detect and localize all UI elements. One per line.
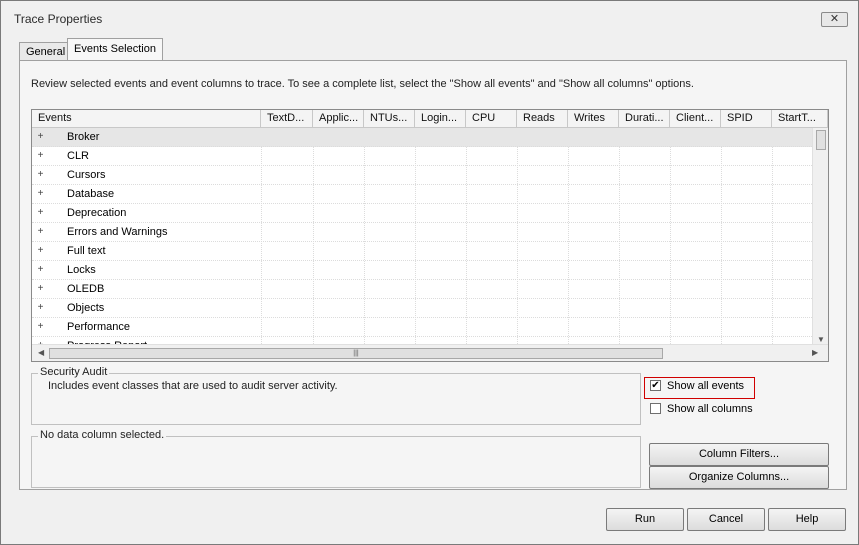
expand-icon[interactable]: + — [36, 246, 45, 256]
expand-icon[interactable]: + — [36, 265, 45, 275]
tab-events-selection[interactable]: Events Selection — [67, 38, 163, 61]
event-category-label: Full text — [67, 245, 106, 257]
column-header[interactable]: Events — [32, 110, 261, 127]
horizontal-scroll-thumb[interactable]: ||| — [49, 348, 663, 359]
vertical-scroll-thumb[interactable] — [816, 130, 826, 150]
table-row[interactable]: + Performance — [32, 318, 812, 337]
expand-icon[interactable]: + — [36, 227, 45, 237]
show-all-events-label: Show all events — [667, 380, 745, 393]
scroll-left-arrow-icon[interactable]: ◀ — [38, 348, 44, 357]
close-button[interactable]: ✕ — [821, 12, 848, 27]
event-category-label: Objects — [67, 302, 105, 314]
expand-icon[interactable]: + — [36, 189, 45, 199]
instruction-text: Review selected events and event columns… — [31, 78, 694, 90]
column-header[interactable]: CPU — [466, 110, 517, 127]
grid-header: Events TextD... Applic... NTUs... Login... CP… — [32, 110, 828, 128]
table-row[interactable]: + Full text — [32, 242, 812, 261]
grid-rows: + Broker + CLR + Cursors + Database + Deprecation… — [32, 128, 812, 344]
event-category-label: Errors and Warnings — [67, 226, 168, 238]
show-all-columns-checkbox[interactable] — [650, 402, 661, 414]
horizontal-scrollbar[interactable]: ◀ ||| ▶ — [32, 344, 828, 361]
column-header[interactable]: TextD... — [261, 110, 313, 127]
event-category-label: OLEDB — [67, 283, 105, 295]
table-row[interactable]: + Database — [32, 185, 812, 204]
expand-icon[interactable]: + — [36, 303, 45, 313]
expand-icon[interactable]: + — [36, 132, 45, 142]
vertical-scrollbar[interactable]: ▼ — [812, 128, 828, 344]
table-row[interactable]: + Broker — [32, 128, 812, 147]
column-header[interactable]: NTUs... — [364, 110, 415, 127]
table-row[interactable]: + Cursors — [32, 166, 812, 185]
column-header[interactable]: Writes — [568, 110, 619, 127]
expand-icon[interactable]: + — [36, 170, 45, 180]
expand-icon[interactable]: + — [36, 151, 45, 161]
title-bar: Trace Properties ✕ — [1, 1, 858, 31]
events-selection-panel: Review selected events and event columns… — [19, 60, 847, 490]
column-header[interactable]: StartT... — [772, 110, 828, 127]
organize-columns-button[interactable]: Organize Columns... — [649, 466, 829, 489]
security-audit-title: Security Audit — [38, 366, 110, 378]
scroll-down-arrow-icon[interactable]: ▼ — [817, 335, 825, 344]
events-grid: Events TextD... Applic... NTUs... Login... CP… — [31, 109, 829, 362]
column-header[interactable]: Applic... — [313, 110, 364, 127]
scroll-right-arrow-icon[interactable]: ▶ — [812, 348, 818, 357]
help-button[interactable]: Help — [768, 508, 846, 531]
checkmark-icon: ✔ — [651, 379, 660, 391]
table-row[interactable]: + Locks — [32, 261, 812, 280]
column-header[interactable]: SPID — [721, 110, 772, 127]
event-category-label: CLR — [67, 150, 90, 162]
column-info-group: No data column selected. — [31, 429, 641, 488]
table-row[interactable]: +Progress Report — [32, 337, 812, 344]
run-button[interactable]: Run — [606, 508, 684, 531]
table-row[interactable]: + Errors and Warnings — [32, 223, 812, 242]
column-header[interactable]: Client... — [670, 110, 721, 127]
column-filters-button[interactable]: Column Filters... — [649, 443, 829, 466]
column-info-title: No data column selected. — [38, 429, 167, 441]
column-header[interactable]: Reads — [517, 110, 568, 127]
column-header[interactable]: Durati... — [619, 110, 670, 127]
security-audit-group: Security Audit Includes event classes th… — [31, 366, 641, 425]
event-category-label: Broker — [67, 131, 100, 143]
table-row[interactable]: + Deprecation — [32, 204, 812, 223]
trace-properties-window: Trace Properties ✕ General Events Select… — [0, 0, 859, 545]
event-category-label: Locks — [67, 264, 96, 276]
event-category-label: Database — [67, 188, 115, 200]
table-row[interactable]: + OLEDB — [32, 280, 812, 299]
security-audit-description: Includes event classes that are used to … — [48, 380, 338, 392]
table-row[interactable]: + CLR — [32, 147, 812, 166]
show-all-columns-option[interactable]: Show all columns — [650, 402, 753, 419]
show-all-columns-label: Show all columns — [667, 403, 753, 416]
window-title: Trace Properties — [14, 12, 103, 26]
table-row[interactable]: + Objects — [32, 299, 812, 318]
event-category-label: Performance — [67, 321, 130, 333]
expand-icon[interactable]: + — [36, 208, 45, 218]
event-category-label: Cursors — [67, 169, 106, 181]
scroll-grip-icon: ||| — [353, 350, 359, 357]
expand-icon[interactable]: + — [36, 322, 45, 332]
cancel-button[interactable]: Cancel — [687, 508, 765, 531]
show-all-events-checkbox[interactable]: ✔ — [650, 379, 661, 391]
close-icon: ✕ — [829, 13, 840, 25]
expand-icon[interactable]: + — [36, 284, 45, 294]
show-all-events-option[interactable]: ✔ Show all events — [650, 379, 745, 396]
event-category-label: Deprecation — [67, 207, 127, 219]
tab-general[interactable]: General — [19, 42, 73, 60]
column-header[interactable]: Login... — [415, 110, 466, 127]
